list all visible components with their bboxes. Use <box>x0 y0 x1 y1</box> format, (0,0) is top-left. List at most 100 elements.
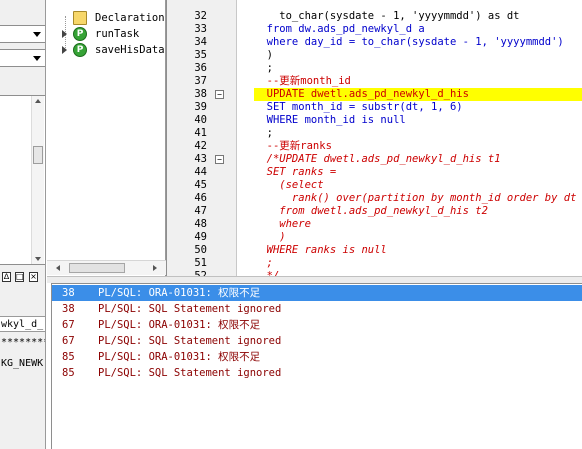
line-number: 40 <box>194 114 207 126</box>
code-line[interactable]: 42 --更新ranks <box>167 140 582 153</box>
message-line-number: 67 <box>62 319 75 331</box>
tree-horizontal-scrollbar[interactable] <box>47 260 166 275</box>
message-line-number: 85 <box>62 367 75 379</box>
code-text: rank() over(partition by month_id order … <box>254 192 582 204</box>
tree-item-savehisdata[interactable]: P saveHisData <box>47 42 165 58</box>
code-line[interactable]: 43− /*UPDATE dwetl.ads_pd_newkyl_d_his t… <box>167 153 582 166</box>
message-line-number: 85 <box>62 351 75 363</box>
line-number: 41 <box>194 127 207 139</box>
code-text: UPDATE dwetl.ads_pd_newkyl_d_his <box>254 88 469 101</box>
code-line[interactable]: 41 ; <box>167 127 582 140</box>
code-line[interactable]: 32 to_char(sysdate - 1, 'yyyymmdd') as d… <box>167 10 582 23</box>
expand-arrow-icon[interactable] <box>62 30 67 38</box>
scroll-left-arrow-icon[interactable] <box>56 265 60 271</box>
object-browser-list[interactable] <box>0 95 45 265</box>
line-number: 44 <box>194 166 207 178</box>
code-line[interactable]: 38− UPDATE dwetl.ads_pd_newkyl_d_his <box>167 88 582 101</box>
code-editor[interactable]: 32 to_char(sysdate - 1, 'yyyymmdd') as d… <box>166 0 582 276</box>
scroll-up-arrow-icon[interactable] <box>35 99 41 103</box>
fold-toggle-icon[interactable]: − <box>215 155 224 164</box>
code-text: where day_id = to_char(sysdate - 1, 'yyy… <box>254 36 564 48</box>
splitter-bar[interactable] <box>47 276 582 283</box>
line-number: 39 <box>194 101 207 113</box>
message-row[interactable]: 85 PL/SQL: ORA-01031: 权限不足 <box>52 349 582 365</box>
line-number: 46 <box>194 192 207 204</box>
code-text: SET month_id = substr(dt, 1, 6) <box>254 101 463 113</box>
message-row[interactable]: 38 PL/SQL: SQL Statement ignored <box>52 301 582 317</box>
line-number: 43 <box>194 153 207 165</box>
line-number: 32 <box>194 10 207 22</box>
masked-field: ********* <box>1 337 45 348</box>
tree-item-declaration[interactable]: Declaration <box>47 10 165 26</box>
line-number: 38 <box>194 88 207 100</box>
message-line-number: 38 <box>62 287 75 299</box>
message-line-number: 67 <box>62 335 75 347</box>
scroll-thumb[interactable] <box>69 263 125 273</box>
message-line-number: 38 <box>62 303 75 315</box>
panel-controls: ᐃ □ × <box>0 272 45 286</box>
message-text: PL/SQL: SQL Statement ignored <box>98 335 282 347</box>
restore-icon[interactable]: □ <box>15 272 24 282</box>
expand-arrow-icon[interactable] <box>62 46 67 54</box>
message-row[interactable]: 85 PL/SQL: SQL Statement ignored <box>52 365 582 381</box>
message-text: PL/SQL: ORA-01031: 权限不足 <box>98 287 261 299</box>
find-text-field[interactable]: wkyl_d_ <box>0 316 45 332</box>
fold-toggle-icon[interactable]: − <box>215 90 224 99</box>
code-line[interactable]: 40 WHERE month_id is null <box>167 114 582 127</box>
line-number: 37 <box>194 75 207 87</box>
code-line[interactable]: 47 from dwetl.ads_pd_newkyl_d_his t2 <box>167 205 582 218</box>
line-number: 42 <box>194 140 207 152</box>
pin-icon[interactable]: ᐃ <box>2 272 11 282</box>
line-number: 34 <box>194 36 207 48</box>
tree-item-label: saveHisData <box>95 44 165 56</box>
message-row[interactable]: 67 PL/SQL: ORA-01031: 权限不足 <box>52 317 582 333</box>
code-text: WHERE month_id is null <box>254 114 406 126</box>
message-row[interactable]: 67 PL/SQL: SQL Statement ignored <box>52 333 582 349</box>
code-line[interactable]: 51 ; <box>167 257 582 270</box>
procedure-icon: P <box>73 43 87 57</box>
left-panel: ᐃ □ × wkyl_d_ ********* KG_NEWK <box>0 0 46 449</box>
code-text: ; <box>254 127 273 139</box>
object-type-dropdown[interactable] <box>0 25 45 43</box>
tree-item-runtask[interactable]: P runTask <box>47 26 165 42</box>
code-text: ) <box>254 231 286 243</box>
line-number: 33 <box>194 23 207 35</box>
object-list-scrollbar[interactable] <box>31 96 44 264</box>
line-number: 45 <box>194 179 207 191</box>
code-text: --更新ranks <box>254 140 332 152</box>
code-line[interactable]: 49 ) <box>167 231 582 244</box>
line-number: 48 <box>194 218 207 230</box>
chevron-down-icon <box>33 32 41 37</box>
code-text: from dw.ads_pd_newkyl_d a <box>254 23 425 35</box>
code-text: /*UPDATE dwetl.ads_pd_newkyl_d_his t1 <box>254 153 501 165</box>
code-line[interactable]: 39 SET month_id = substr(dt, 1, 6) <box>167 101 582 114</box>
tree-item-label: runTask <box>95 28 140 40</box>
line-number: 47 <box>194 205 207 217</box>
message-row[interactable]: 38 PL/SQL: ORA-01031: 权限不足 <box>52 285 582 301</box>
code-line[interactable]: 44 SET ranks = <box>167 166 582 179</box>
scroll-right-arrow-icon[interactable] <box>153 265 157 271</box>
code-text: ; <box>254 62 273 74</box>
code-text: --更新month_id <box>254 75 351 87</box>
code-line[interactable]: 50 WHERE ranks is null <box>167 244 582 257</box>
code-text: ; <box>254 257 273 269</box>
program-unit-tree[interactable]: Declaration P runTask P saveHisData <box>47 0 166 276</box>
object-filter-dropdown[interactable] <box>0 49 45 67</box>
scroll-down-arrow-icon[interactable] <box>35 257 41 261</box>
close-icon[interactable]: × <box>29 272 38 282</box>
code-text: WHERE ranks is null <box>254 244 387 256</box>
code-line[interactable]: 36 ; <box>167 62 582 75</box>
code-text: from dwetl.ads_pd_newkyl_d_his t2 <box>254 205 488 217</box>
code-line[interactable]: 35 ) <box>167 49 582 62</box>
code-line[interactable]: 33 from dw.ads_pd_newkyl_d a <box>167 23 582 36</box>
code-line[interactable]: 45 (select <box>167 179 582 192</box>
code-line[interactable]: 46 rank() over(partition by month_id ord… <box>167 192 582 205</box>
code-line[interactable]: 48 where <box>167 218 582 231</box>
compiler-messages-pane[interactable]: 38 PL/SQL: ORA-01031: 权限不足 38 PL/SQL: SQL S… <box>51 283 582 449</box>
code-line[interactable]: 37 --更新month_id <box>167 75 582 88</box>
code-line[interactable]: 34 where day_id = to_char(sysdate - 1, '… <box>167 36 582 49</box>
code-text: ) <box>254 49 273 61</box>
line-number: 50 <box>194 244 207 256</box>
scroll-thumb[interactable] <box>33 146 43 164</box>
folder-icon <box>73 11 87 25</box>
